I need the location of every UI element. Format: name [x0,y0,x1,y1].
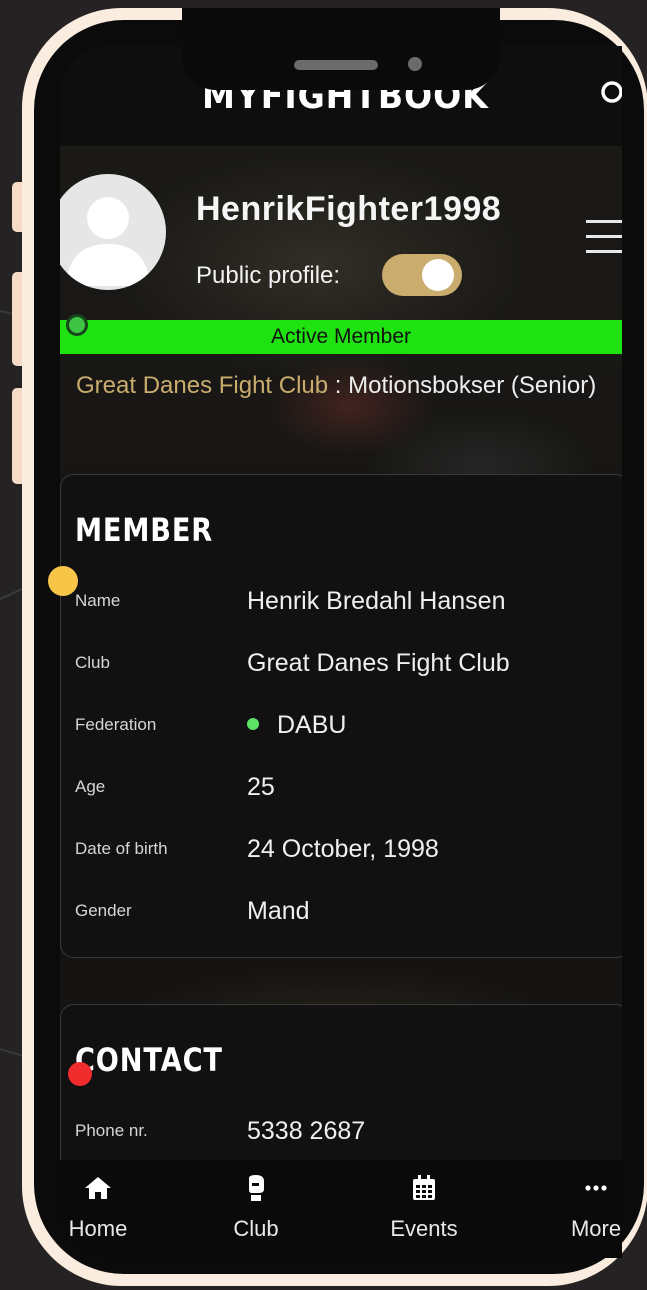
federation-status-dot [247,718,259,731]
boxing-glove-icon [249,1175,264,1201]
public-profile-label: Public profile: [196,262,341,289]
phone-speaker [294,60,378,70]
phone-camera [408,57,422,71]
contact-section-title: CONTACT [75,1041,223,1079]
member-row-label: Name [75,591,121,610]
nav-label: Home [68,1216,128,1241]
club-separator: : [328,372,349,399]
contact-row-label: Phone nr. [75,1121,148,1140]
member-row-value: Henrik Bredahl Hansen [247,587,506,615]
membership-type: Motionsbokser (Senior) [348,372,597,399]
nav-label: More [570,1216,622,1241]
public-profile-toggle[interactable] [382,254,462,296]
club-link[interactable]: Great Danes Fight Club [76,372,328,399]
nav-item-club[interactable]: Club [196,1160,316,1258]
member-row-value: 25 [247,773,275,801]
more-dots-icon [585,1185,607,1191]
nav-label: Events [390,1216,458,1241]
member-row-value: Mand [247,897,310,925]
home-icon [85,1177,111,1199]
federation-value: DABU [277,711,347,739]
member-row-label: Federation [75,715,157,734]
annotation-marker-green [66,314,88,336]
member-row-value: Great Danes Fight Club [247,649,510,677]
member-row-value: 24 October, 1998 [247,835,439,863]
toggle-knob [422,259,454,291]
nav-item-events[interactable]: Events [364,1160,484,1258]
member-row-label: Gender [75,901,132,920]
member-card: MEMBER Name Henrik Bredahl Hansen Club G… [60,474,622,958]
member-row-label: Date of birth [75,839,168,858]
nav-item-more[interactable]: More [536,1160,622,1258]
member-row-label: Age [75,777,106,796]
status-text: Active Member [270,325,412,348]
annotation-marker-yellow [48,566,78,596]
app-screen: MYFIGHTBOOK HenrikFighter1998 Public pro… [60,46,622,1258]
annotation-marker-red [68,1062,92,1086]
calendar-icon [413,1175,435,1200]
club-membership-line: Great Danes Fight Club : Motionsbokser (… [76,370,616,402]
phone-notch [182,8,500,90]
search-icon[interactable] [600,80,622,104]
hamburger-menu-icon[interactable] [584,218,622,254]
member-section-title: MEMBER [75,511,214,549]
bottom-nav: Home Club Events More [60,1160,622,1258]
contact-row-value: 5338 2687 [247,1117,366,1145]
member-row-value: DABU [247,711,346,740]
nav-item-home[interactable]: Home [60,1160,158,1258]
nav-label: Club [233,1216,279,1241]
member-row-label: Club [75,653,110,672]
username: HenrikFighter1998 [196,190,502,228]
status-badge: Active Member [60,320,622,354]
